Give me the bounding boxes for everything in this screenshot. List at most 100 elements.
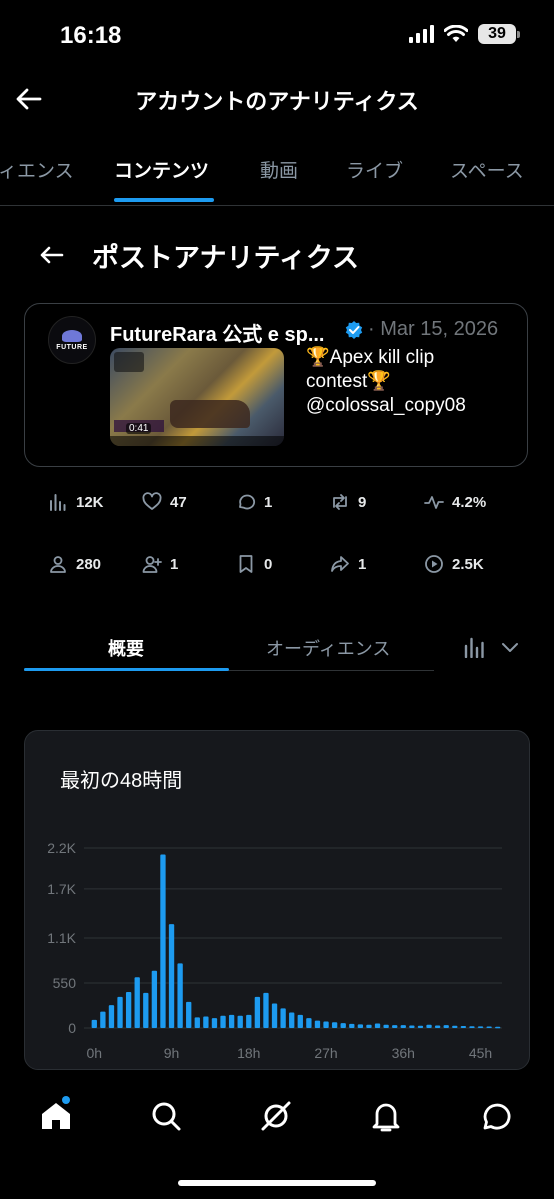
chart-title: 最初の48時間 xyxy=(60,770,183,792)
tab-video[interactable]: 動画 xyxy=(260,156,298,183)
chart-bar[interactable] xyxy=(289,1012,295,1028)
search-icon[interactable] xyxy=(148,1098,184,1134)
chart-bar[interactable] xyxy=(460,1025,467,1028)
chart-bar[interactable] xyxy=(383,1024,389,1028)
chart-bar[interactable] xyxy=(477,1026,484,1028)
chart-bar[interactable] xyxy=(495,1026,501,1029)
metric-engagement-rate[interactable]: 4.2% xyxy=(424,492,486,512)
grok-icon[interactable] xyxy=(258,1098,294,1134)
thumbnail-hud xyxy=(114,352,144,372)
chart-bar[interactable] xyxy=(117,996,123,1028)
tab-spaces[interactable]: スペース xyxy=(450,156,524,183)
chart-bar[interactable] xyxy=(91,1019,97,1028)
wifi-icon xyxy=(444,25,468,42)
active-tab-indicator xyxy=(114,198,214,202)
chart-bar[interactable] xyxy=(134,977,140,1028)
chart-bar[interactable] xyxy=(357,1024,364,1028)
chart-bar[interactable] xyxy=(452,1025,458,1028)
video-thumbnail[interactable]: 0:41 xyxy=(110,348,284,446)
chart-bar[interactable] xyxy=(306,1018,312,1028)
chart-bar[interactable] xyxy=(349,1023,355,1028)
metric-replies[interactable]: 1 xyxy=(236,492,272,512)
chart-bar[interactable] xyxy=(220,1015,226,1028)
divider xyxy=(0,205,554,206)
chart-bar[interactable] xyxy=(263,992,269,1028)
video-progress-bar xyxy=(110,436,284,446)
home-icon[interactable] xyxy=(38,1098,74,1134)
tab-content[interactable]: コンテンツ xyxy=(114,156,209,183)
x-tick-label: 36h xyxy=(392,1045,415,1060)
chart-bar[interactable] xyxy=(297,1014,303,1028)
chart-bar[interactable] xyxy=(426,1024,432,1028)
metric-shares[interactable]: 1 xyxy=(330,554,366,574)
chart-bar[interactable] xyxy=(143,992,149,1028)
avatar[interactable]: FUTURE xyxy=(48,316,96,364)
chart-bar[interactable] xyxy=(469,1026,475,1028)
post-date: · Mar 15, 2026 xyxy=(368,318,498,341)
chart-bar[interactable] xyxy=(177,963,183,1028)
back-arrow-icon[interactable] xyxy=(36,240,66,270)
metric-value: 0 xyxy=(264,555,273,573)
post-date-text: Mar 15, 2026 xyxy=(380,318,499,340)
tab-overview[interactable]: 概要 xyxy=(108,635,144,661)
chart-bar[interactable] xyxy=(125,992,132,1028)
metric-bookmarks[interactable]: 0 xyxy=(236,554,272,574)
tab-audience-breakdown[interactable]: オーディエンス xyxy=(266,635,390,661)
metric-new-follows[interactable]: 1 xyxy=(142,554,178,574)
chart-bar[interactable] xyxy=(186,1001,192,1028)
chart-bar[interactable] xyxy=(314,1020,321,1028)
separator: · xyxy=(368,318,375,340)
chart-bar[interactable] xyxy=(417,1025,424,1028)
profile-visits-icon xyxy=(50,556,66,573)
y-tick-label: 1.1K xyxy=(47,930,76,946)
notifications-icon[interactable] xyxy=(368,1098,404,1134)
chart-bar[interactable] xyxy=(486,1026,492,1029)
chart-bar[interactable] xyxy=(331,1022,338,1028)
chart-bar[interactable] xyxy=(409,1025,415,1028)
chart-bar[interactable] xyxy=(160,854,166,1028)
chart-bar[interactable] xyxy=(400,1025,406,1028)
chart-bar[interactable] xyxy=(323,1021,329,1028)
post-author[interactable]: FutureRara 公式 e sp... xyxy=(110,318,325,347)
x-tick-label: 0h xyxy=(87,1045,103,1060)
repost-icon xyxy=(333,494,347,510)
metric-value: 1 xyxy=(358,555,367,573)
post-text-line: 🏆Apex kill clip xyxy=(306,347,435,368)
chart-bar[interactable] xyxy=(194,1017,200,1028)
metric-impressions[interactable]: 12K xyxy=(48,492,104,512)
chart-type-selector[interactable] xyxy=(464,636,520,658)
chart-bar[interactable] xyxy=(108,1005,115,1028)
chart-bar[interactable] xyxy=(151,970,158,1028)
y-tick-label: 550 xyxy=(53,975,77,991)
metric-reposts[interactable]: 9 xyxy=(330,492,366,512)
y-tick-label: 0 xyxy=(68,1020,76,1036)
chart-bar[interactable] xyxy=(254,996,261,1028)
chart-bar[interactable] xyxy=(280,1008,286,1028)
chart-bar[interactable] xyxy=(203,1016,209,1028)
chart-bar[interactable] xyxy=(211,1018,218,1028)
tab-audience[interactable]: ィエンス xyxy=(0,156,74,183)
home-indicator xyxy=(178,1180,376,1186)
messages-icon[interactable] xyxy=(478,1098,514,1134)
tab-live[interactable]: ライブ xyxy=(346,156,403,183)
metric-profile-visits[interactable]: 280 xyxy=(48,554,101,574)
chart-bar[interactable] xyxy=(271,1003,278,1028)
x-tick-label: 18h xyxy=(237,1045,260,1060)
status-icons: 39 xyxy=(409,24,520,44)
chart-bar[interactable] xyxy=(392,1025,398,1028)
metric-likes[interactable]: 47 xyxy=(142,492,187,512)
chart-bar[interactable] xyxy=(366,1024,372,1028)
bar-chart-icon xyxy=(464,637,484,658)
chart-bar[interactable] xyxy=(100,1011,106,1028)
chart-bar[interactable] xyxy=(237,1015,243,1028)
chart-bar[interactable] xyxy=(434,1025,441,1028)
chart-bar[interactable] xyxy=(374,1023,381,1029)
chart-bar[interactable] xyxy=(340,1023,346,1028)
metric-video-views[interactable]: 2.5K xyxy=(424,554,484,574)
chart-bar[interactable] xyxy=(168,924,175,1028)
metric-value: 4.2% xyxy=(452,493,487,511)
post-mention[interactable]: @colossal_copy08 xyxy=(306,394,516,418)
chart-bar[interactable] xyxy=(443,1025,449,1028)
chart-bar[interactable] xyxy=(228,1014,235,1028)
chart-bar[interactable] xyxy=(246,1014,252,1028)
